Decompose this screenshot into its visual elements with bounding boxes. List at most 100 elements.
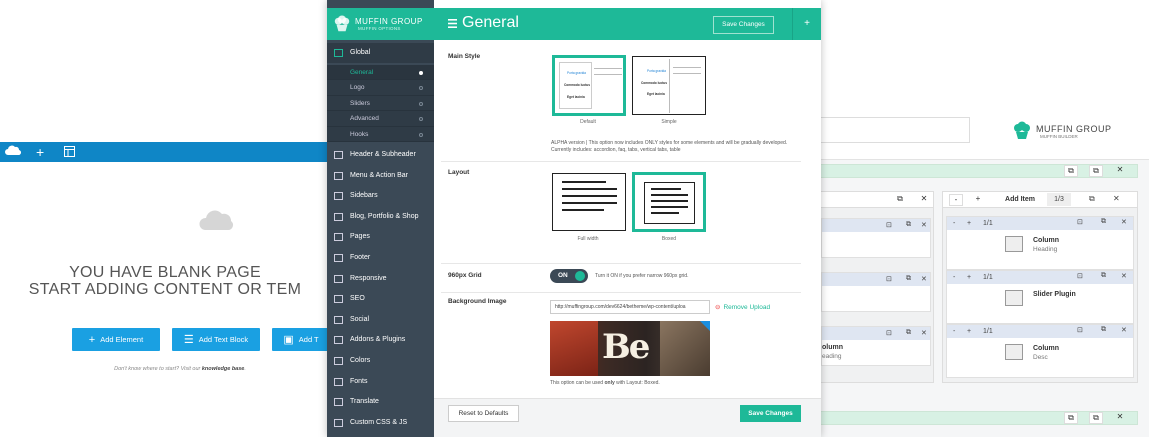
close-icon[interactable]: ✕ [1113,194,1120,203]
background-preview-image: Be [550,321,710,376]
bullet-icon [419,101,423,106]
grid-toggle[interactable]: ON [550,269,588,283]
close-icon[interactable]: ✕ [921,221,927,229]
remove-upload-link[interactable]: ⊖ Remove Upload [715,303,770,311]
section-bar: ⧉ ⧉ ✕ [820,164,1138,178]
nav-sub-item-general[interactable]: General [327,64,434,80]
close-icon[interactable]: ✕ [1113,412,1127,424]
nav-sub-item-hooks[interactable]: Hooks [327,126,434,142]
builder-item-card[interactable]: - +1/1 ⊡ ⧉ ✕ Column Desc [946,324,1134,378]
layout-icon: ▣ [283,333,294,346]
left-builder: + YOU HAVE BLANK PAGE START ADDING CONTE… [0,0,330,437]
add-item-button[interactable]: Add Item [995,193,1045,206]
remove-icon: ⊖ [715,304,721,311]
expand-button[interactable]: + [792,8,821,40]
duplicate-icon[interactable]: ⧉ [906,275,911,283]
nav-item-fonts[interactable]: Fonts [327,372,434,392]
nav-item-sidebars[interactable]: Sidebars [327,186,434,206]
builder-item-card[interactable]: - +1/1 ⊡ ⧉ ✕ Column Heading [946,216,1134,270]
duplicate-icon[interactable]: ⧉ [1101,218,1106,226]
edit-icon[interactable]: ⊡ [886,221,892,229]
copy-icon[interactable]: ⧉ [1064,412,1078,424]
duplicate-icon[interactable]: ⧉ [906,329,911,337]
close-icon[interactable]: ✕ [917,194,931,206]
options-sidebar: MUFFIN GROUP MUFFIN OPTIONS Global Gener… [327,0,434,437]
increase-button[interactable]: + [967,325,971,338]
close-icon[interactable]: ✕ [1121,326,1127,334]
save-changes-top-button[interactable]: Save Changes [713,16,774,34]
nav-item-custom-css-js[interactable]: Custom CSS & JS [327,413,434,433]
panel-header: General Save Changes + [434,8,821,40]
close-icon[interactable]: ✕ [1113,165,1127,177]
knowledge-base-link[interactable]: knowledge base [202,366,245,372]
decrease-button[interactable]: - [953,325,955,338]
nav-item-footer[interactable]: Footer [327,248,434,268]
close-icon[interactable]: ✕ [1121,272,1127,280]
background-url-input[interactable]: http://muffingroup.com/dev6624/betheme/w… [550,300,710,314]
nav-item-seo[interactable]: SEO [327,289,434,309]
item-size: 1/1 [983,274,993,281]
nav-item-blog-portfolio-shop[interactable]: Blog, Portfolio & Shop [327,207,434,227]
cloud-icon[interactable] [5,144,21,158]
style-option-default[interactable]: Porta gravida Commodo luctus Eget lacini… [552,55,626,116]
add-text-block-button[interactable]: ☰ Add Text Block [172,328,260,351]
plus-icon[interactable]: + [36,143,44,161]
colors-icon [334,357,343,365]
duplicate-icon[interactable]: ⧉ [906,221,911,229]
edit-icon[interactable]: ⊡ [1077,218,1083,226]
global-icon [334,49,343,57]
layout-label: Layout [448,169,470,176]
builder-item-card[interactable]: - +1/1 ⊡ ⧉ ✕ Slider Plugin [946,270,1134,324]
increase-button[interactable]: + [971,194,985,206]
layout-option-full-width[interactable] [552,173,626,231]
nav-item-social[interactable]: Social [327,310,434,330]
bullet-icon [419,117,423,121]
nav-item-responsive[interactable]: Responsive [327,269,434,289]
item-card[interactable]: ⊡ ⧉ ✕ [821,218,931,258]
duplicate-icon[interactable]: ⧉ [1101,326,1106,334]
nav-global[interactable]: Global [327,43,434,63]
close-icon[interactable]: ✕ [1121,218,1127,226]
menu-icon [448,19,457,28]
builder-logo: MUFFIN GROUP MUFFIN BUILDER [988,117,1148,145]
add-element-button[interactable]: + Add Element [72,328,160,351]
duplicate-icon[interactable]: ⧉ [1089,165,1103,177]
wrap-left: ⧉ ✕ ⊡ ⧉ ✕ ⊡ ⧉ ✕ ⊡ ⧉ ✕ olumn eading [820,191,934,383]
copy-icon[interactable]: ⧉ [1064,165,1078,177]
nav-item-pages[interactable]: Pages [327,227,434,247]
item-card[interactable]: ⊡ ⧉ ✕ [821,272,931,312]
style-option-simple[interactable]: Porta gravida Commodo luctus Eget lacini… [632,56,706,115]
blank-page-title: YOU HAVE BLANK PAGE [69,264,261,281]
layout-option-boxed[interactable] [632,172,706,232]
nav-item-addons-plugins[interactable]: Addons & Plugins [327,330,434,350]
duplicate-icon[interactable]: ⧉ [1089,194,1095,204]
add-template-button[interactable]: ▣ Add T [272,328,330,351]
close-icon[interactable]: ✕ [921,275,927,283]
edit-icon[interactable]: ⊡ [1077,326,1083,334]
nav-item-menu-action-bar[interactable]: Menu & Action Bar [327,166,434,186]
layout-icon[interactable] [64,146,75,157]
save-changes-bottom-button[interactable]: Save Changes [740,405,801,422]
nav-sub-item-advanced[interactable]: Advanced [327,111,434,127]
increase-button[interactable]: + [967,217,971,230]
nav-item-header-subheader[interactable]: Header & Subheader [327,145,434,165]
edit-icon[interactable]: ⊡ [886,329,892,337]
builder-search-input[interactable] [820,117,970,143]
increase-button[interactable]: + [967,271,971,284]
nav-item-translate[interactable]: Translate [327,392,434,412]
decrease-button[interactable]: - [953,271,955,284]
item-card[interactable]: ⊡ ⧉ ✕ olumn eading [821,326,931,366]
reset-defaults-button[interactable]: Reset to Defaults [448,405,519,422]
nav-item-colors[interactable]: Colors [327,351,434,371]
edit-icon[interactable]: ⊡ [886,275,892,283]
close-icon[interactable]: ✕ [921,329,927,337]
duplicate-icon[interactable]: ⧉ [1089,412,1103,424]
decrease-button[interactable]: - [953,217,955,230]
duplicate-icon[interactable]: ⧉ [893,194,907,206]
nav-sub-item-logo[interactable]: Logo [327,80,434,96]
nav-sub-item-sliders[interactable]: Sliders [327,95,434,111]
edit-icon[interactable]: ⊡ [1077,272,1083,280]
size-label: 1/3 [1047,193,1071,206]
decrease-button[interactable]: - [949,194,963,206]
duplicate-icon[interactable]: ⧉ [1101,272,1106,280]
